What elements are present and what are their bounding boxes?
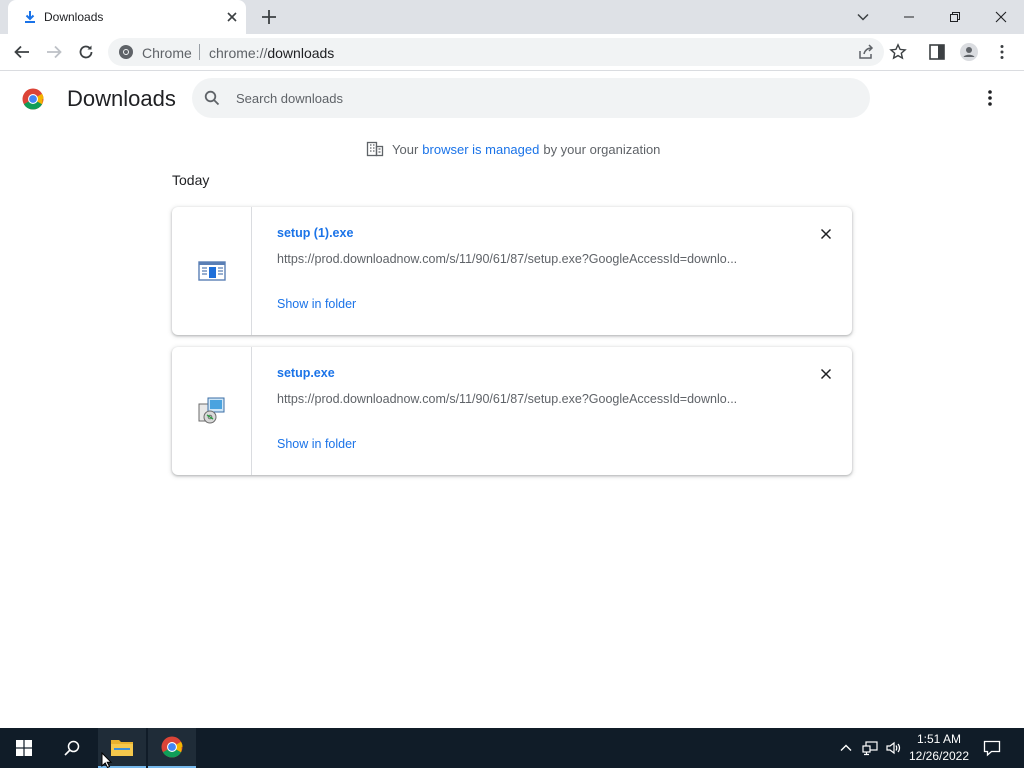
tab-downloads[interactable]: Downloads: [8, 0, 246, 34]
taskbar-clock[interactable]: 1:51 AM 12/26/2022: [904, 731, 974, 765]
browser-menu-icon[interactable]: [993, 43, 1011, 61]
network-icon[interactable]: [862, 740, 878, 756]
tab-search-button[interactable]: [840, 0, 886, 34]
download-file-name-link[interactable]: setup (1).exe: [277, 226, 353, 240]
mouse-cursor-icon: [101, 752, 113, 768]
clock-date: 12/26/2022: [908, 749, 970, 763]
start-button[interactable]: [0, 728, 48, 768]
chrome-taskbar-button[interactable]: [148, 728, 196, 768]
more-actions-icon[interactable]: [980, 88, 1000, 108]
chevron-down-icon: [857, 13, 869, 21]
bookmark-star-icon[interactable]: [889, 43, 907, 61]
side-panel-icon[interactable]: [928, 43, 946, 61]
remove-from-list-icon[interactable]: [818, 226, 834, 242]
download-item: setup (1).exe https://prod.downloadnow.c…: [172, 207, 852, 335]
url-scheme: chrome://: [209, 45, 268, 61]
chrome-page-icon: [119, 45, 133, 59]
show-in-folder-link[interactable]: Show in folder: [277, 297, 356, 311]
clock-time: 1:51 AM: [916, 732, 962, 746]
omnibox-url: chrome://downloads: [209, 45, 334, 61]
tab-strip: Downloads: [0, 0, 1024, 34]
volume-icon[interactable]: [885, 740, 901, 756]
close-tab-icon[interactable]: [224, 9, 240, 25]
chrome-logo-icon: [22, 88, 44, 110]
download-icon: [25, 11, 35, 23]
reload-icon: [79, 45, 93, 59]
taskbar-search-button[interactable]: [48, 728, 96, 768]
browser-toolbar: Chrome chrome://downloads: [0, 34, 1024, 71]
profile-avatar-icon[interactable]: [959, 42, 979, 62]
arrow-left-icon: [14, 45, 29, 59]
notification-center-icon[interactable]: [983, 739, 1001, 757]
download-file-name-link[interactable]: setup.exe: [277, 366, 335, 380]
browser-managed-link[interactable]: browser is managed: [422, 142, 539, 157]
building-icon: [366, 141, 384, 157]
folder-icon: [111, 740, 133, 756]
file-icon-column: [172, 347, 252, 475]
page-title: Downloads: [67, 86, 176, 111]
minimize-icon: [904, 16, 914, 18]
remove-from-list-icon[interactable]: [818, 366, 834, 382]
managed-prefix: Your: [392, 141, 419, 157]
date-section-label: Today: [172, 172, 210, 188]
chevron-up-icon[interactable]: [838, 740, 854, 756]
forward-button[interactable]: [42, 40, 66, 64]
share-icon[interactable]: [857, 43, 875, 61]
close-window-button[interactable]: [978, 0, 1024, 34]
restore-button[interactable]: [932, 0, 978, 34]
search-input[interactable]: [236, 78, 856, 118]
managed-suffix: by your organization: [543, 141, 661, 157]
chrome-logo-icon: [161, 736, 183, 758]
search-icon: [204, 90, 220, 106]
restore-icon: [950, 12, 960, 22]
setup-installer-icon: [198, 397, 225, 424]
download-item: setup.exe https://prod.downloadnow.com/s…: [172, 347, 852, 475]
windows-logo-icon: [16, 740, 32, 756]
close-icon: [995, 11, 1007, 23]
url-path: downloads: [267, 45, 335, 61]
arrow-right-icon: [47, 45, 62, 59]
download-source-url: https://prod.downloadnow.com/s/11/90/61/…: [277, 252, 738, 266]
file-icon-column: [172, 207, 252, 335]
reload-button[interactable]: [74, 40, 98, 64]
managed-notice: Your browser is managed by your organiza…: [366, 140, 660, 158]
search-icon: [64, 740, 80, 756]
downloads-header: Downloads: [0, 72, 1024, 128]
installer-file-icon: [198, 261, 226, 281]
omnibox-chip: Chrome: [142, 45, 192, 61]
search-downloads-bar[interactable]: [192, 78, 870, 118]
omnibox-divider: [199, 44, 200, 60]
download-source-url: https://prod.downloadnow.com/s/11/90/61/…: [277, 392, 738, 406]
windows-taskbar: 1:51 AM 12/26/2022: [0, 728, 1024, 768]
show-in-folder-link[interactable]: Show in folder: [277, 437, 356, 451]
minimize-button[interactable]: [886, 0, 932, 34]
back-button[interactable]: [10, 40, 34, 64]
address-bar[interactable]: Chrome chrome://downloads: [108, 38, 884, 66]
tab-title: Downloads: [44, 10, 104, 24]
new-tab-icon[interactable]: [260, 8, 278, 26]
